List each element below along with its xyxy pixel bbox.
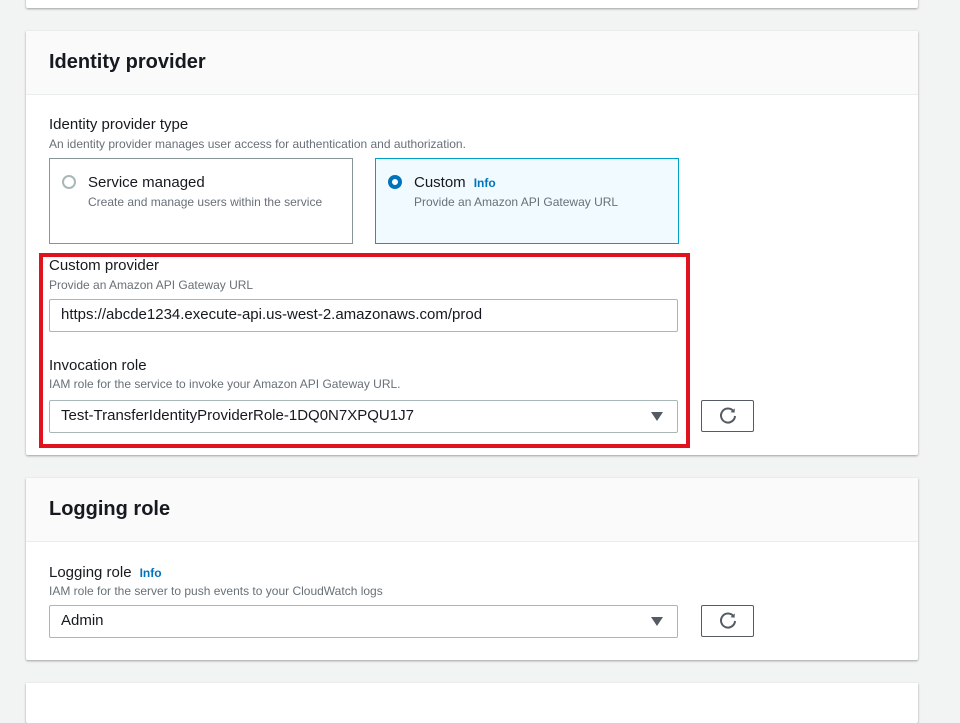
identity-provider-title: Identity provider [49,51,206,73]
logging-role-panel: Logging role Logging role Info IAM role f… [26,478,918,660]
logging-role-label: Logging role [49,564,132,581]
identity-provider-type-label: Identity provider type [49,116,189,133]
refresh-icon [719,407,736,424]
service-managed-option-tile[interactable]: Service managed Create and manage users … [49,158,353,244]
service-managed-description: Create and manage users within the servi… [88,195,323,209]
invocation-role-select[interactable]: Test-TransferIdentityProviderRole-1DQ0N7… [49,400,678,433]
logging-role-select[interactable]: Admin [49,605,678,638]
invocation-role-description: IAM role for the service to invoke your … [49,377,401,391]
caret-down-icon [651,412,663,421]
custom-option-description: Provide an Amazon API Gateway URL [414,195,619,209]
logging-role-description: IAM role for the server to push events t… [49,584,383,598]
refresh-icon [719,612,736,629]
logging-role-header: Logging role [26,478,918,542]
logging-role-title: Logging role [49,498,171,520]
custom-provider-url-input[interactable]: https://abcde1234.execute-api.us-west-2.… [49,299,678,332]
invocation-role-label: Invocation role [49,357,147,374]
custom-option-label-row: Custom Info [414,174,496,191]
caret-down-icon [651,617,663,626]
invocation-role-value: Test-TransferIdentityProviderRole-1DQ0N7… [61,407,414,424]
service-managed-label: Service managed [88,174,205,191]
custom-provider-label: Custom provider [49,257,160,274]
custom-info-link[interactable]: Info [474,176,496,190]
radio-selected-icon[interactable] [388,175,402,189]
logging-role-value: Admin [61,612,104,629]
custom-option-tile[interactable]: Custom Info Provide an Amazon API Gateway… [375,158,679,244]
identity-provider-panel: Identity provider Identity provider type… [26,31,918,455]
next-section-panel [26,683,918,723]
identity-provider-type-description: An identity provider manages user access… [49,137,466,151]
custom-option-label: Custom [414,174,466,191]
logging-role-info-link[interactable]: Info [140,566,162,580]
logging-role-label-row: Logging role Info [49,564,162,581]
logging-role-refresh-button[interactable] [701,605,754,637]
custom-provider-description: Provide an Amazon API Gateway URL [49,278,254,292]
invocation-role-refresh-button[interactable] [701,400,754,432]
previous-section-panel [26,0,918,8]
radio-unselected-icon[interactable] [62,175,76,189]
identity-provider-header: Identity provider [26,31,918,95]
